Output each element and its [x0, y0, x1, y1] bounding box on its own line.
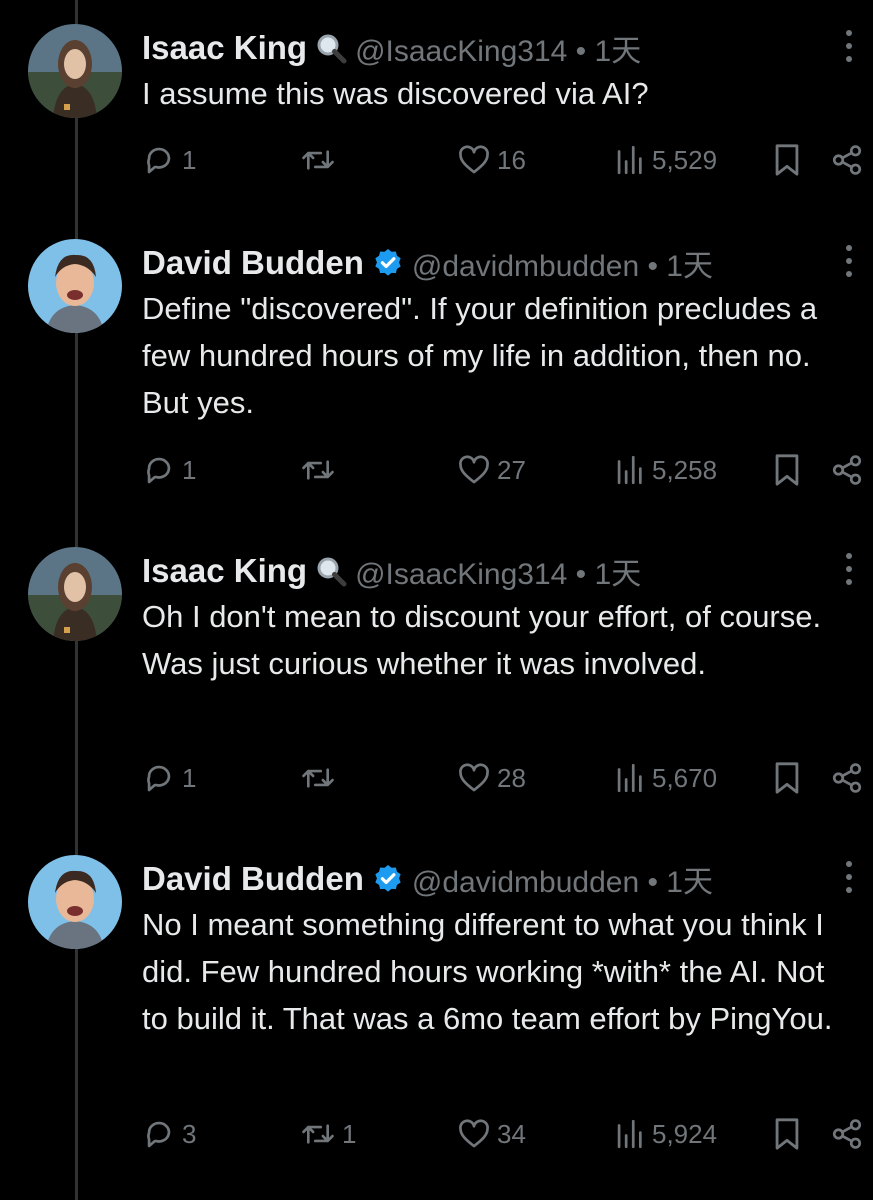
like-count: 34: [497, 1118, 526, 1149]
reply-count: 1: [182, 762, 197, 793]
magnifier-icon: [315, 32, 347, 64]
repost-icon: [300, 453, 336, 487]
reply-button[interactable]: 3: [142, 1114, 196, 1154]
bookmark-button[interactable]: [770, 758, 804, 798]
views-chart-icon: [612, 761, 646, 795]
share-button[interactable]: [830, 140, 864, 180]
views-button[interactable]: 5,924: [612, 1114, 717, 1154]
like-count: 28: [497, 762, 526, 793]
reply-count: 1: [182, 144, 197, 175]
author-name[interactable]: Isaac King: [142, 29, 307, 67]
reply-icon: [142, 453, 176, 487]
avatar[interactable]: [28, 855, 122, 949]
views-chart-icon: [612, 1117, 646, 1151]
more-options-icon[interactable]: [843, 859, 855, 895]
bookmark-button[interactable]: [770, 1114, 804, 1154]
repost-count: 1: [342, 1118, 357, 1149]
tweet-text: No I meant something different to what y…: [142, 907, 833, 1036]
repost-icon: [300, 1117, 336, 1151]
tweet-header: David Budden @davidmbudden • 1天: [142, 243, 713, 283]
avatar[interactable]: [28, 239, 122, 333]
repost-button[interactable]: [300, 758, 342, 798]
heart-icon: [457, 143, 491, 177]
view-count: 5,529: [652, 144, 718, 175]
bookmark-icon: [770, 451, 804, 489]
more-options-icon[interactable]: [843, 551, 855, 587]
author-name[interactable]: David Budden: [142, 860, 364, 898]
views-button[interactable]: 5,670: [612, 758, 717, 798]
share-button[interactable]: [830, 758, 864, 798]
repost-icon: [300, 761, 336, 795]
magnifier-icon: [315, 555, 347, 587]
reply-button[interactable]: 1: [142, 450, 196, 490]
share-icon: [830, 453, 864, 487]
heart-icon: [457, 453, 491, 487]
action-bar: 1 28 5,670: [142, 758, 873, 798]
like-button[interactable]: 34: [457, 1114, 526, 1154]
heart-icon: [457, 1117, 491, 1151]
avatar[interactable]: [28, 547, 122, 641]
more-options-icon[interactable]: [843, 28, 855, 64]
share-button[interactable]: [830, 1114, 864, 1154]
tweet-header: Isaac King @IsaacKing314 • 1天: [142, 551, 641, 591]
handle-and-time[interactable]: @davidmbudden • 1天: [412, 241, 713, 285]
share-icon: [830, 143, 864, 177]
like-button[interactable]: 27: [457, 450, 526, 490]
verified-icon: [372, 863, 404, 895]
action-bar: 3 1 34 5,924: [142, 1114, 873, 1154]
avatar[interactable]: [28, 24, 122, 118]
reply-icon: [142, 143, 176, 177]
view-count: 5,670: [652, 762, 718, 793]
share-icon: [830, 1117, 864, 1151]
like-button[interactable]: 16: [457, 140, 526, 180]
tweet-text: Define "discovered". If your definition …: [142, 291, 818, 420]
bookmark-button[interactable]: [770, 450, 804, 490]
reply-button[interactable]: 1: [142, 758, 196, 798]
author-name[interactable]: David Budden: [142, 244, 364, 282]
reply-icon: [142, 1117, 176, 1151]
repost-button[interactable]: 1: [300, 1114, 356, 1154]
like-count: 16: [497, 144, 526, 175]
tweet-text: Oh I don't mean to discount your effort,…: [142, 599, 822, 681]
action-bar: 1 27 5,258: [142, 450, 873, 490]
bookmark-icon: [770, 759, 804, 797]
views-button[interactable]: 5,529: [612, 140, 717, 180]
bookmark-icon: [770, 141, 804, 179]
reply-count: 1: [182, 454, 197, 485]
repost-button[interactable]: [300, 140, 342, 180]
heart-icon: [457, 761, 491, 795]
reply-count: 3: [182, 1118, 197, 1149]
share-icon: [830, 761, 864, 795]
repost-icon: [300, 143, 336, 177]
views-chart-icon: [612, 453, 646, 487]
reply-icon: [142, 761, 176, 795]
repost-button[interactable]: [300, 450, 342, 490]
reply-button[interactable]: 1: [142, 140, 196, 180]
bookmark-button[interactable]: [770, 140, 804, 180]
tweet-header: David Budden @davidmbudden • 1天: [142, 859, 713, 899]
like-button[interactable]: 28: [457, 758, 526, 798]
handle-and-time[interactable]: @IsaacKing314 • 1天: [355, 26, 641, 70]
tweet-text: I assume this was discovered via AI?: [142, 76, 649, 111]
bookmark-icon: [770, 1115, 804, 1153]
views-chart-icon: [612, 143, 646, 177]
like-count: 27: [497, 454, 526, 485]
handle-and-time[interactable]: @IsaacKing314 • 1天: [355, 549, 641, 593]
author-name[interactable]: Isaac King: [142, 552, 307, 590]
verified-icon: [372, 247, 404, 279]
views-button[interactable]: 5,258: [612, 450, 717, 490]
action-bar: 1 16 5,529: [142, 140, 873, 180]
more-options-icon[interactable]: [843, 243, 855, 279]
handle-and-time[interactable]: @davidmbudden • 1天: [412, 857, 713, 901]
share-button[interactable]: [830, 450, 864, 490]
view-count: 5,924: [652, 1118, 718, 1149]
view-count: 5,258: [652, 454, 718, 485]
tweet-header: Isaac King @IsaacKing314 • 1天: [142, 28, 641, 68]
